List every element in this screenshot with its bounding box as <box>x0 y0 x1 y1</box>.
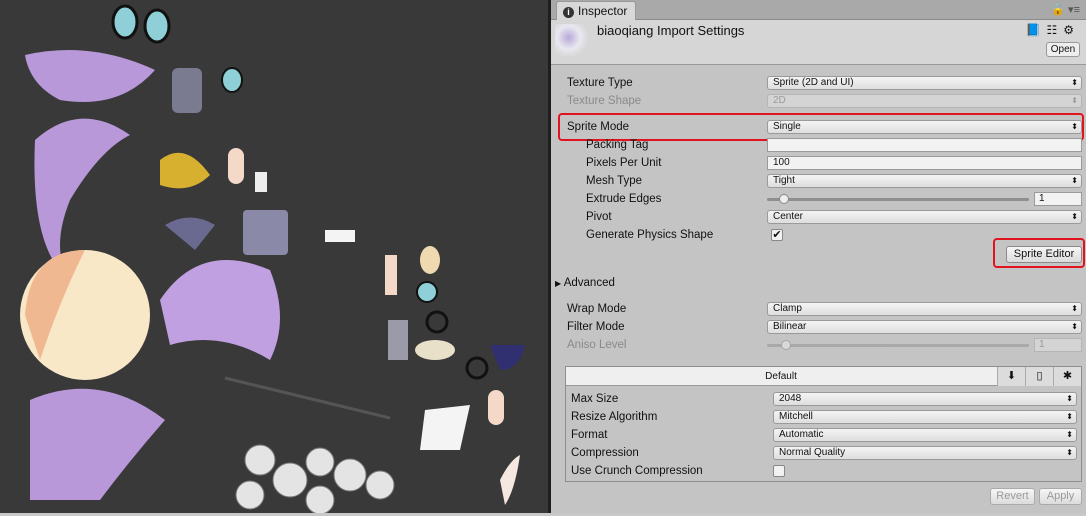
mesh-type-label: Mesh Type <box>586 175 643 187</box>
packing-tag-label: Packing Tag <box>586 139 649 151</box>
extrude-edges-input[interactable]: 1 <box>1034 192 1082 206</box>
dropdown-arrow-icon: ⬍ <box>1071 122 1078 131</box>
texture-type-value: Sprite (2D and UI) <box>773 77 854 88</box>
tab-label: Inspector <box>578 4 628 18</box>
pixels-per-unit-input[interactable]: 100 <box>767 156 1082 170</box>
dropdown-arrow-icon: ⬍ <box>1071 176 1078 185</box>
max-size-dropdown[interactable]: 2048 ⬍ <box>773 392 1077 406</box>
resize-algorithm-value: Mitchell <box>779 411 813 422</box>
dropdown-arrow-icon: ⬍ <box>1066 394 1073 403</box>
apply-button[interactable]: Apply <box>1039 488 1082 505</box>
texture-shape-value: 2D <box>773 95 786 106</box>
mesh-type-value: Tight <box>773 175 795 186</box>
resize-algorithm-label: Resize Algorithm <box>571 411 658 423</box>
physics-shape-label: Generate Physics Shape <box>586 229 714 241</box>
sprite-mode-dropdown[interactable]: Single ⬍ <box>767 120 1082 134</box>
sprite-mode-label: Sprite Mode <box>567 121 630 133</box>
wrap-mode-value: Clamp <box>773 303 802 314</box>
max-size-value: 2048 <box>779 393 802 404</box>
sprite-sheet-image <box>20 4 525 515</box>
android-icon[interactable]: ✱ <box>1053 367 1081 386</box>
pivot-label: Pivot <box>586 211 612 223</box>
texture-type-dropdown[interactable]: Sprite (2D and UI) ⬍ <box>767 76 1082 90</box>
sprite-editor-button[interactable]: Sprite Editor <box>1006 246 1082 263</box>
crunch-compression-checkbox[interactable] <box>773 465 785 477</box>
triangle-right-icon: ▶ <box>555 279 562 288</box>
filter-mode-value: Bilinear <box>773 321 807 332</box>
dropdown-arrow-icon: ⬍ <box>1071 96 1078 105</box>
aniso-level-label: Aniso Level <box>567 339 627 351</box>
inspector-tabbar: i Inspector 🔒 ▾≡ <box>551 0 1086 20</box>
format-value: Automatic <box>779 429 824 440</box>
info-icon: i <box>563 7 574 18</box>
texture-shape-label: Texture Shape <box>567 95 642 107</box>
aniso-level-slider <box>767 338 1029 352</box>
tab-inspector[interactable]: i Inspector <box>556 1 636 20</box>
crunch-compression-label: Use Crunch Compression <box>571 465 703 477</box>
max-size-label: Max Size <box>571 393 619 405</box>
platform-settings: Default ⬇ ▯ ✱ Max Size 2048 ⬍ Resize Algo… <box>565 366 1082 482</box>
asset-thumbnail <box>555 24 589 58</box>
aniso-level-input: 1 <box>1034 338 1082 352</box>
wrap-mode-dropdown[interactable]: Clamp ⬍ <box>767 302 1082 316</box>
format-dropdown[interactable]: Automatic ⬍ <box>773 428 1077 442</box>
dropdown-arrow-icon: ⬍ <box>1071 212 1078 221</box>
inspector-panel: i Inspector 🔒 ▾≡ biaoqiang Import Setting… <box>551 0 1086 513</box>
mesh-type-dropdown[interactable]: Tight ⬍ <box>767 174 1082 188</box>
compression-dropdown[interactable]: Normal Quality ⬍ <box>773 446 1077 460</box>
texture-type-label: Texture Type <box>567 77 633 89</box>
packing-tag-input[interactable] <box>767 138 1082 152</box>
download-icon[interactable]: ⬇ <box>997 367 1025 386</box>
lock-icon[interactable]: 🔒 <box>1051 4 1065 16</box>
page-title: biaoqiang Import Settings <box>597 23 745 38</box>
sprite-preview-canvas <box>0 0 548 515</box>
menu-icon[interactable]: ▾≡ <box>1068 4 1080 16</box>
open-button[interactable]: Open <box>1046 42 1080 57</box>
dropdown-arrow-icon: ⬍ <box>1071 78 1078 87</box>
help-book-icon[interactable]: 📘 <box>1026 23 1047 37</box>
import-settings-header: biaoqiang Import Settings 📘☷⚙ Open <box>551 20 1086 65</box>
physics-shape-checkbox[interactable]: ✔ <box>771 229 783 241</box>
dropdown-arrow-icon: ⬍ <box>1066 448 1073 457</box>
filter-mode-label: Filter Mode <box>567 321 625 333</box>
pixels-per-unit-label: Pixels Per Unit <box>586 157 662 169</box>
slider-handle[interactable] <box>779 194 789 204</box>
texture-shape-dropdown: 2D ⬍ <box>767 94 1082 108</box>
extrude-edges-slider[interactable] <box>767 192 1029 206</box>
tab-default-platform[interactable]: Default <box>566 367 996 386</box>
revert-button[interactable]: Revert <box>990 488 1035 505</box>
extrude-edges-label: Extrude Edges <box>586 193 662 205</box>
preset-icon[interactable]: ☷ <box>1046 23 1063 37</box>
sprite-mode-value: Single <box>773 121 801 132</box>
dropdown-arrow-icon: ⬍ <box>1066 412 1073 421</box>
pivot-dropdown[interactable]: Center ⬍ <box>767 210 1082 224</box>
gear-icon[interactable]: ⚙ <box>1063 23 1080 37</box>
pivot-value: Center <box>773 211 804 222</box>
dropdown-arrow-icon: ⬍ <box>1071 304 1078 313</box>
format-label: Format <box>571 429 608 441</box>
compression-value: Normal Quality <box>779 447 846 458</box>
resize-algorithm-dropdown[interactable]: Mitchell ⬍ <box>773 410 1077 424</box>
filter-mode-dropdown[interactable]: Bilinear ⬍ <box>767 320 1082 334</box>
dropdown-arrow-icon: ⬍ <box>1071 322 1078 331</box>
compression-label: Compression <box>571 447 639 459</box>
dropdown-arrow-icon: ⬍ <box>1066 430 1073 439</box>
advanced-foldout[interactable]: ▶ Advanced <box>555 276 615 291</box>
advanced-label: Advanced <box>563 277 615 289</box>
mobile-icon[interactable]: ▯ <box>1025 367 1053 386</box>
wrap-mode-label: Wrap Mode <box>567 303 627 315</box>
